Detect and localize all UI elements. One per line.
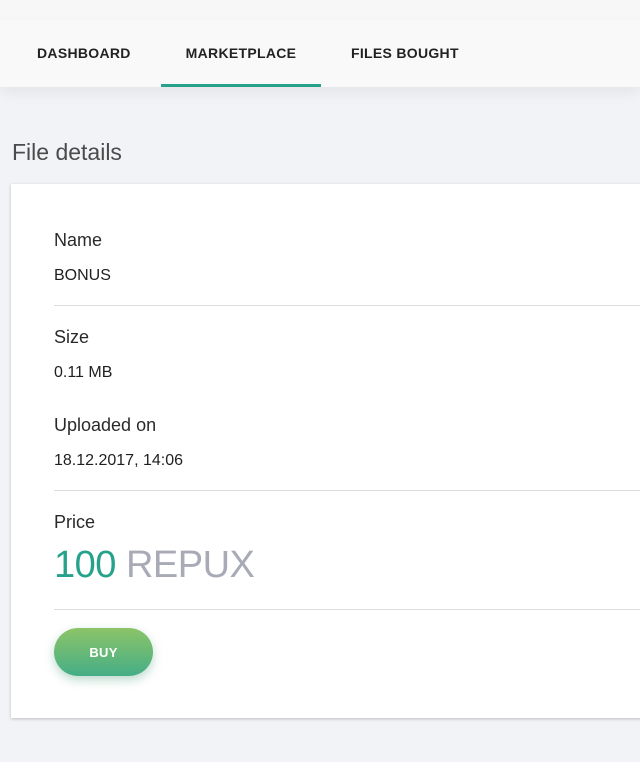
tab-dashboard[interactable]: DASHBOARD: [37, 20, 131, 87]
price-amount: 100: [54, 544, 116, 586]
price-label: Price: [54, 512, 96, 532]
name-value: BONUS: [54, 267, 111, 284]
divider: [54, 609, 640, 610]
tab-marketplace[interactable]: MARKETPLACE: [161, 20, 321, 87]
name-label: Name: [54, 230, 103, 250]
main-navigation: DASHBOARD MARKETPLACE FILES BOUGHT: [0, 20, 640, 87]
divider: [54, 490, 640, 491]
uploaded-label: Uploaded on: [54, 415, 157, 435]
uploaded-value: 18.12.2017, 14:06: [54, 452, 184, 469]
tab-files-bought[interactable]: FILES BOUGHT: [351, 20, 459, 87]
top-bar: [0, 0, 640, 21]
page-title: File details: [12, 139, 122, 165]
price-value: 100 REPUX: [54, 544, 255, 587]
size-label: Size: [54, 327, 90, 347]
buy-button[interactable]: BUY: [54, 628, 153, 676]
size-value: 0.11 MB: [54, 364, 113, 381]
divider: [54, 305, 640, 306]
price-currency: REPUX: [125, 544, 255, 586]
file-details-card: Name BONUS Size 0.11 MB Uploaded on 18.1…: [11, 184, 640, 718]
